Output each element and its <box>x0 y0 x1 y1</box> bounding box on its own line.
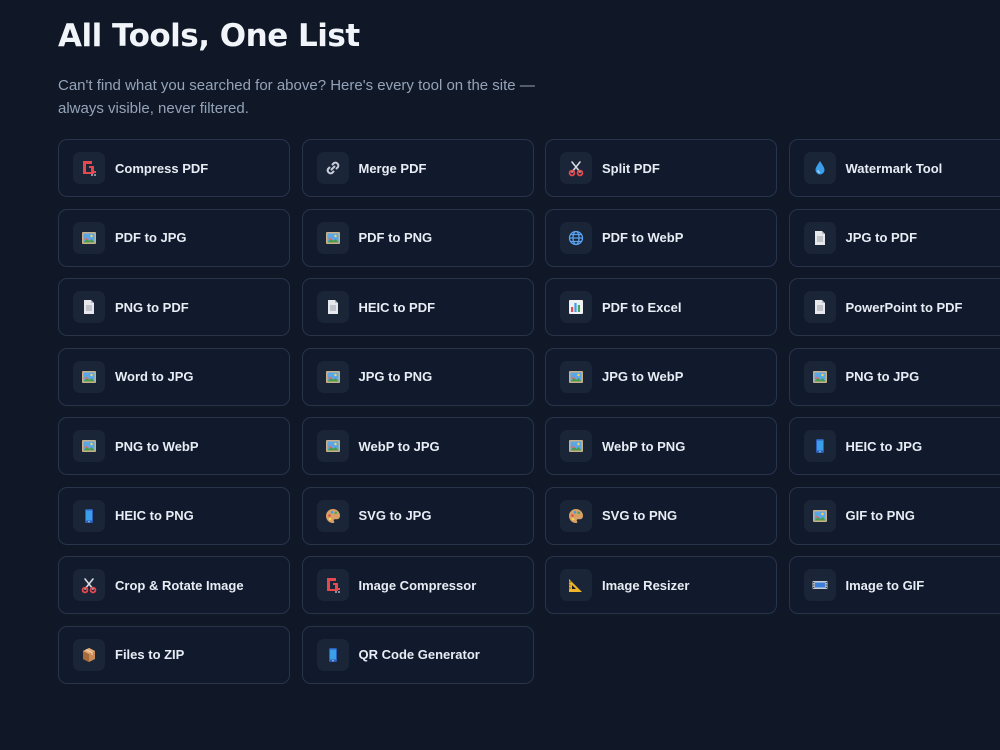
droplet-icon <box>803 152 836 184</box>
tool-card-files-to-zip[interactable]: Files to ZIP <box>58 625 290 684</box>
tool-card-label: JPG to WebP <box>602 369 684 384</box>
tool-card-label: SVG to JPG <box>358 508 432 523</box>
tool-card-label: Merge PDF <box>358 160 427 176</box>
all-tools-page: All Tools, One List Can't find what you … <box>0 0 1000 750</box>
tool-card-svg-to-png[interactable]: SVG to PNG <box>545 486 777 545</box>
tool-card-label: HEIC to JPG <box>845 438 923 454</box>
tool-card-qr-code-generator[interactable]: QR Code Generator <box>301 625 534 684</box>
scissors-icon <box>73 569 105 601</box>
tool-card-heic-to-pdf[interactable]: HEIC to PDF <box>301 278 534 336</box>
phone-icon <box>803 430 836 462</box>
tool-card-label: Split PDF <box>602 160 660 176</box>
palette-icon <box>560 499 592 532</box>
tool-card-gif-to-png[interactable]: GIF to PNG <box>788 486 1000 545</box>
tool-card-image-compressor[interactable]: Image Compressor <box>301 556 534 614</box>
tool-card-label: PNG to PDF <box>115 299 189 315</box>
tool-card-label: WebP to PNG <box>602 438 686 454</box>
tool-card-jpg-to-png[interactable]: JPG to PNG <box>301 347 534 406</box>
tool-card-jpg-to-pdf[interactable]: JPG to PDF <box>788 208 1000 267</box>
tool-card-pdf-to-webp[interactable]: PDF to WebP <box>545 208 777 267</box>
tool-card-label: QR Code Generator <box>358 647 480 662</box>
tool-card-svg-to-jpg[interactable]: SVG to JPG <box>301 486 534 545</box>
picture-icon <box>560 360 592 393</box>
tool-card-label: Image to GIF <box>845 577 925 593</box>
picture-icon <box>803 360 836 393</box>
package-icon <box>73 638 105 671</box>
tool-card-powerpoint-to-pdf[interactable]: PowerPoint to PDF <box>788 278 1000 336</box>
picture-icon <box>73 221 105 254</box>
picture-icon <box>316 360 349 393</box>
tool-card-label: JPG to PNG <box>358 369 433 384</box>
tool-card-label: GIF to PNG <box>845 508 915 523</box>
compress-icon <box>316 569 349 601</box>
tool-card-jpg-to-webp[interactable]: JPG to WebP <box>545 347 777 406</box>
ruler-icon <box>560 569 592 601</box>
picture-icon <box>73 430 105 462</box>
phone-icon <box>73 499 105 532</box>
tool-card-pdf-to-excel[interactable]: PDF to Excel <box>545 278 777 336</box>
phone-icon <box>316 638 349 671</box>
tool-card-split-pdf[interactable]: Split PDF <box>545 139 777 197</box>
tool-card-compress-pdf[interactable]: Compress PDF <box>58 139 290 197</box>
document-icon <box>316 291 349 323</box>
picture-icon <box>73 360 105 393</box>
picture-icon <box>560 430 592 462</box>
tool-card-label: JPG to PDF <box>845 230 918 245</box>
tool-card-label: PDF to PNG <box>358 230 433 245</box>
tool-card-pdf-to-jpg[interactable]: PDF to JPG <box>58 208 290 267</box>
tool-card-label: PNG to WebP <box>115 438 199 454</box>
scissors-icon <box>560 152 592 184</box>
tool-card-webp-to-jpg[interactable]: WebP to JPG <box>301 417 534 475</box>
page-subtitle: Can't find what you searched for above? … <box>58 77 535 117</box>
palette-icon <box>316 499 349 532</box>
page-title: All Tools, One List <box>58 18 360 54</box>
tool-card-label: PDF to Excel <box>602 299 682 315</box>
tool-card-label: PDF to WebP <box>602 230 684 245</box>
tool-card-png-to-pdf[interactable]: PNG to PDF <box>58 278 290 336</box>
tool-card-label: PowerPoint to PDF <box>845 299 963 315</box>
tool-card-label: Watermark Tool <box>845 160 943 176</box>
film-icon <box>803 569 836 601</box>
tool-card-label: Image Compressor <box>358 577 477 593</box>
document-icon <box>73 291 105 323</box>
picture-icon <box>316 221 349 254</box>
tool-card-image-to-gif[interactable]: Image to GIF <box>788 556 1000 614</box>
tool-card-crop-and-rotate-image[interactable]: Crop & Rotate Image <box>58 556 290 614</box>
tool-card-heic-to-jpg[interactable]: HEIC to JPG <box>788 417 1000 475</box>
compress-icon <box>73 152 105 184</box>
tool-card-label: HEIC to PNG <box>115 508 194 523</box>
tool-card-label: WebP to JPG <box>358 438 440 454</box>
picture-icon <box>803 499 836 532</box>
globe-icon <box>560 221 592 254</box>
tool-card-label: Crop & Rotate Image <box>115 577 244 593</box>
tool-card-label: Word to JPG <box>115 369 194 384</box>
tool-card-image-resizer[interactable]: Image Resizer <box>545 556 777 614</box>
tool-card-word-to-jpg[interactable]: Word to JPG <box>58 347 290 406</box>
tool-card-label: Image Resizer <box>602 577 690 593</box>
tool-card-label: PDF to JPG <box>115 230 187 245</box>
link-icon <box>316 152 349 184</box>
tool-card-watermark-tool[interactable]: Watermark Tool <box>788 139 1000 197</box>
tool-card-label: HEIC to PDF <box>358 299 436 315</box>
tool-card-label: Compress PDF <box>115 160 209 176</box>
tool-card-label: Files to ZIP <box>115 647 185 662</box>
document-icon <box>803 291 836 323</box>
tool-card-pdf-to-png[interactable]: PDF to PNG <box>301 208 534 267</box>
tool-card-label: PNG to JPG <box>845 369 920 384</box>
tool-card-webp-to-png[interactable]: WebP to PNG <box>545 417 777 475</box>
tool-card-label: SVG to PNG <box>602 508 678 523</box>
bar-chart-icon <box>560 291 592 323</box>
picture-icon <box>316 430 349 462</box>
tool-card-png-to-jpg[interactable]: PNG to JPG <box>788 347 1000 406</box>
document-icon <box>803 221 836 254</box>
tool-card-png-to-webp[interactable]: PNG to WebP <box>58 417 290 475</box>
tool-card-merge-pdf[interactable]: Merge PDF <box>301 139 534 197</box>
tools-grid: Compress PDF Merge PDF Split PDF Watermark … <box>58 139 1000 684</box>
tool-card-heic-to-png[interactable]: HEIC to PNG <box>58 486 290 545</box>
